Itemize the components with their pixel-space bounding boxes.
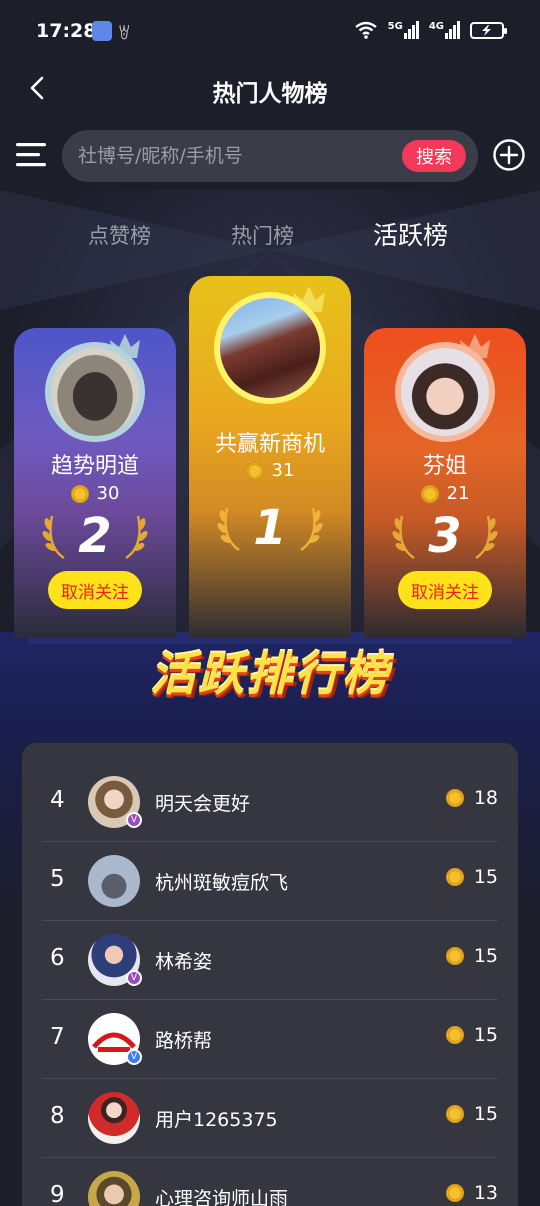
add-icon[interactable] <box>492 138 526 172</box>
coin-icon <box>445 947 464 965</box>
verified-badge-icon: V <box>126 812 142 828</box>
signal-4g-icon: 4G <box>429 21 460 39</box>
score-value: 31 <box>271 460 295 481</box>
list-rank: 7 <box>50 1024 65 1050</box>
app-notification-icon: ꇐ <box>118 24 131 43</box>
list-name: 用户1265375 <box>155 1109 278 1131</box>
coin-icon <box>420 484 439 503</box>
list-item[interactable]: 5 杭州斑敏痘欣飞 15 <box>42 842 498 921</box>
podium-score: 30 <box>14 483 176 504</box>
score-value: 13 <box>473 1182 498 1204</box>
score-value: 18 <box>473 787 498 809</box>
laurel-right-icon <box>300 507 323 551</box>
verified-badge-icon: V <box>126 970 142 986</box>
score-value: 15 <box>473 945 498 967</box>
status-indicators: 5G 4G <box>354 20 507 40</box>
avatar-ring <box>395 342 495 442</box>
podium-name: 趋势明道 <box>50 454 139 479</box>
podium-score: 31 <box>189 460 351 481</box>
list-name: 路桥帮 <box>155 1030 213 1052</box>
list-score: 15 <box>445 945 498 967</box>
score-value: 30 <box>96 483 120 504</box>
list-score: 18 <box>445 787 498 809</box>
coin-icon <box>445 789 464 807</box>
avatar[interactable] <box>51 348 139 436</box>
menu-icon[interactable] <box>14 140 48 170</box>
list-score: 13 <box>445 1182 498 1204</box>
rank-number: 2 <box>78 508 112 564</box>
podium-second: 趋势明道 30 2 取消关注 <box>14 328 176 638</box>
avatar-ring <box>214 292 326 404</box>
list-rank: 9 <box>50 1182 65 1206</box>
unfollow-button[interactable]: 取消关注 <box>48 571 142 609</box>
coin-icon <box>445 1026 464 1044</box>
podium-name: 芬姐 <box>422 454 467 479</box>
banner-title: 活跃排行榜 <box>150 647 390 701</box>
verified-badge-icon: V <box>126 1049 142 1065</box>
podium-name: 共赢新商机 <box>214 432 325 457</box>
score-value: 15 <box>473 1103 498 1125</box>
rank-number: 3 <box>428 508 462 564</box>
avatar[interactable] <box>401 348 489 436</box>
list-score: 15 <box>445 866 498 888</box>
list-item[interactable]: 7 V 路桥帮 15 <box>42 1000 498 1079</box>
status-time: 17:28 <box>36 20 97 42</box>
coin-icon <box>445 868 464 886</box>
podium-first: 共赢新商机 31 1 <box>189 276 351 638</box>
coin-icon <box>70 484 89 503</box>
rank-number: 1 <box>253 500 287 556</box>
score-value: 15 <box>473 866 498 888</box>
list-name: 心理咨询师山雨 <box>155 1188 289 1206</box>
coin-icon <box>445 1184 464 1202</box>
unfollow-button[interactable]: 取消关注 <box>398 571 492 609</box>
list-name: 林希姿 <box>155 951 213 973</box>
signal-5g-icon: 5G <box>388 21 419 39</box>
coin-icon <box>245 461 264 480</box>
tab-active[interactable]: 活跃榜 <box>373 216 448 252</box>
search-button[interactable]: 搜索 <box>402 140 466 172</box>
list-score: 15 <box>445 1024 498 1046</box>
list-item[interactable]: 8 用户1265375 15 <box>42 1079 498 1158</box>
status-bar: 17:28 ꇐ 5G 4G <box>0 0 540 64</box>
search-box: 搜索 <box>62 130 478 182</box>
ranking-tabs: 点赞榜 热门榜 活跃榜 <box>0 212 540 256</box>
list-rank: 6 <box>50 945 65 971</box>
list-item[interactable]: 9 心理咨询师山雨 13 <box>42 1158 498 1206</box>
tab-likes[interactable]: 点赞榜 <box>88 220 151 250</box>
score-value: 21 <box>446 483 470 504</box>
search-row: 搜索 <box>0 128 540 184</box>
coin-icon <box>445 1105 464 1123</box>
list-rank: 4 <box>50 787 65 813</box>
list-rank: 5 <box>50 866 65 892</box>
page-title: 热门人物榜 <box>212 81 328 107</box>
laurel-right-icon <box>475 515 498 559</box>
avatar <box>88 1092 140 1144</box>
list-name: 明天会更好 <box>155 793 251 815</box>
podium-third: 芬姐 21 3 取消关注 <box>364 328 526 638</box>
list-score: 15 <box>445 1103 498 1125</box>
laurel-right-icon <box>125 515 148 559</box>
search-input[interactable] <box>78 138 396 174</box>
ranking-list: 4 V 明天会更好 18 5 杭州斑敏痘欣飞 15 6 V 林希姿 15 7 V… <box>22 743 518 1206</box>
podium-score: 21 <box>364 483 526 504</box>
battery-icon <box>470 21 507 39</box>
avatar-ring <box>45 342 145 442</box>
avatar <box>88 1171 140 1206</box>
list-item[interactable]: 4 V 明天会更好 18 <box>42 763 498 842</box>
score-value: 15 <box>473 1024 498 1046</box>
list-item[interactable]: 6 V 林希姿 15 <box>42 921 498 1000</box>
tab-popular[interactable]: 热门榜 <box>231 220 294 250</box>
baidu-app-icon <box>92 21 112 41</box>
navigation-bar: 热门人物榜 <box>0 64 540 114</box>
wifi-icon <box>354 21 377 39</box>
avatar <box>88 855 140 907</box>
list-rank: 8 <box>50 1103 65 1129</box>
list-name: 杭州斑敏痘欣飞 <box>155 872 289 894</box>
avatar[interactable] <box>220 298 320 398</box>
